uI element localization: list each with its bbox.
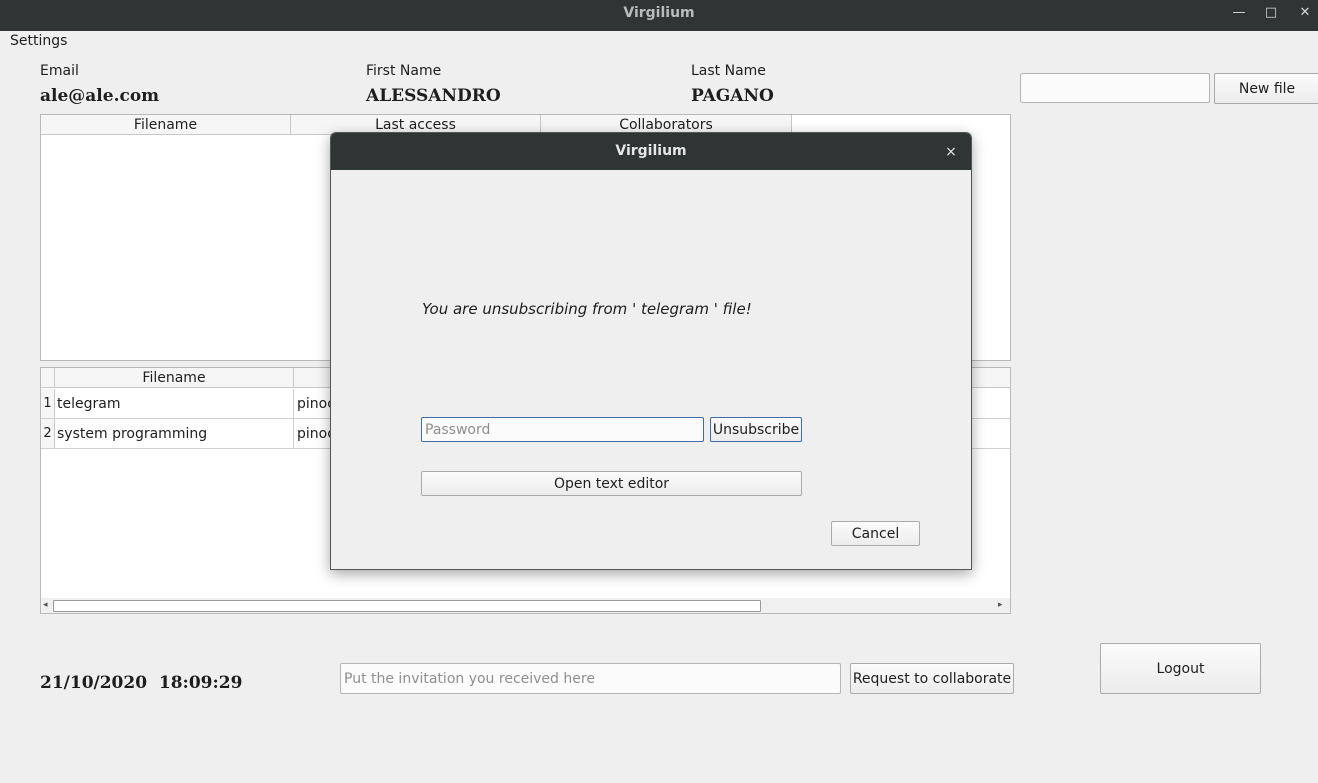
menu-settings[interactable]: Settings	[10, 33, 67, 49]
scroll-right-icon[interactable]: ▸	[998, 599, 1008, 611]
logout-button[interactable]: Logout	[1100, 643, 1261, 694]
maximize-icon[interactable]: □	[1259, 3, 1283, 23]
request-collaborate-button[interactable]: Request to collaborate	[850, 663, 1014, 694]
minimize-icon[interactable]: —	[1227, 3, 1251, 23]
invitation-input[interactable]	[340, 663, 841, 694]
horizontal-scrollbar[interactable]: ◂ ▸	[41, 598, 1010, 613]
table-cell-filename[interactable]: system programming	[57, 419, 291, 449]
row-number[interactable]: 1	[41, 389, 55, 419]
unsubscribe-button[interactable]: Unsubscribe	[710, 417, 802, 442]
cancel-button[interactable]: Cancel	[831, 521, 920, 546]
row-number[interactable]: 2	[41, 419, 55, 449]
dialog-close-icon[interactable]: ×	[941, 142, 961, 162]
email-value: ale@ale.com	[40, 86, 160, 106]
window-title: Virgilium	[623, 5, 695, 21]
column-header-filename[interactable]: Filename	[55, 368, 294, 388]
table-cell-filename[interactable]: telegram	[57, 389, 291, 419]
column-divider	[293, 389, 294, 449]
datetime: 21/10/2020 18:09:29	[40, 673, 243, 693]
scroll-left-icon[interactable]: ◂	[43, 599, 53, 611]
new-file-input[interactable]	[1020, 73, 1210, 103]
column-header-filename[interactable]: Filename	[41, 115, 291, 135]
unsubscribe-dialog: Virgilium × You are unsubscribing from '…	[330, 132, 972, 570]
last-name-label: Last Name	[691, 63, 766, 79]
email-label: Email	[40, 63, 79, 79]
first-name-value: ALESSANDRO	[366, 86, 501, 106]
dialog-message: You are unsubscribing from ' telegram ' …	[422, 300, 752, 318]
scrollbar-thumb[interactable]	[53, 600, 761, 612]
close-window-icon[interactable]: ✕	[1293, 3, 1317, 23]
open-text-editor-button[interactable]: Open text editor	[421, 471, 802, 496]
last-name-value: PAGANO	[691, 86, 774, 106]
first-name-label: First Name	[366, 63, 442, 79]
dialog-title: Virgilium	[615, 143, 687, 159]
corner-header	[41, 368, 55, 388]
new-file-button[interactable]: New file	[1214, 73, 1318, 104]
password-field[interactable]	[421, 417, 704, 442]
